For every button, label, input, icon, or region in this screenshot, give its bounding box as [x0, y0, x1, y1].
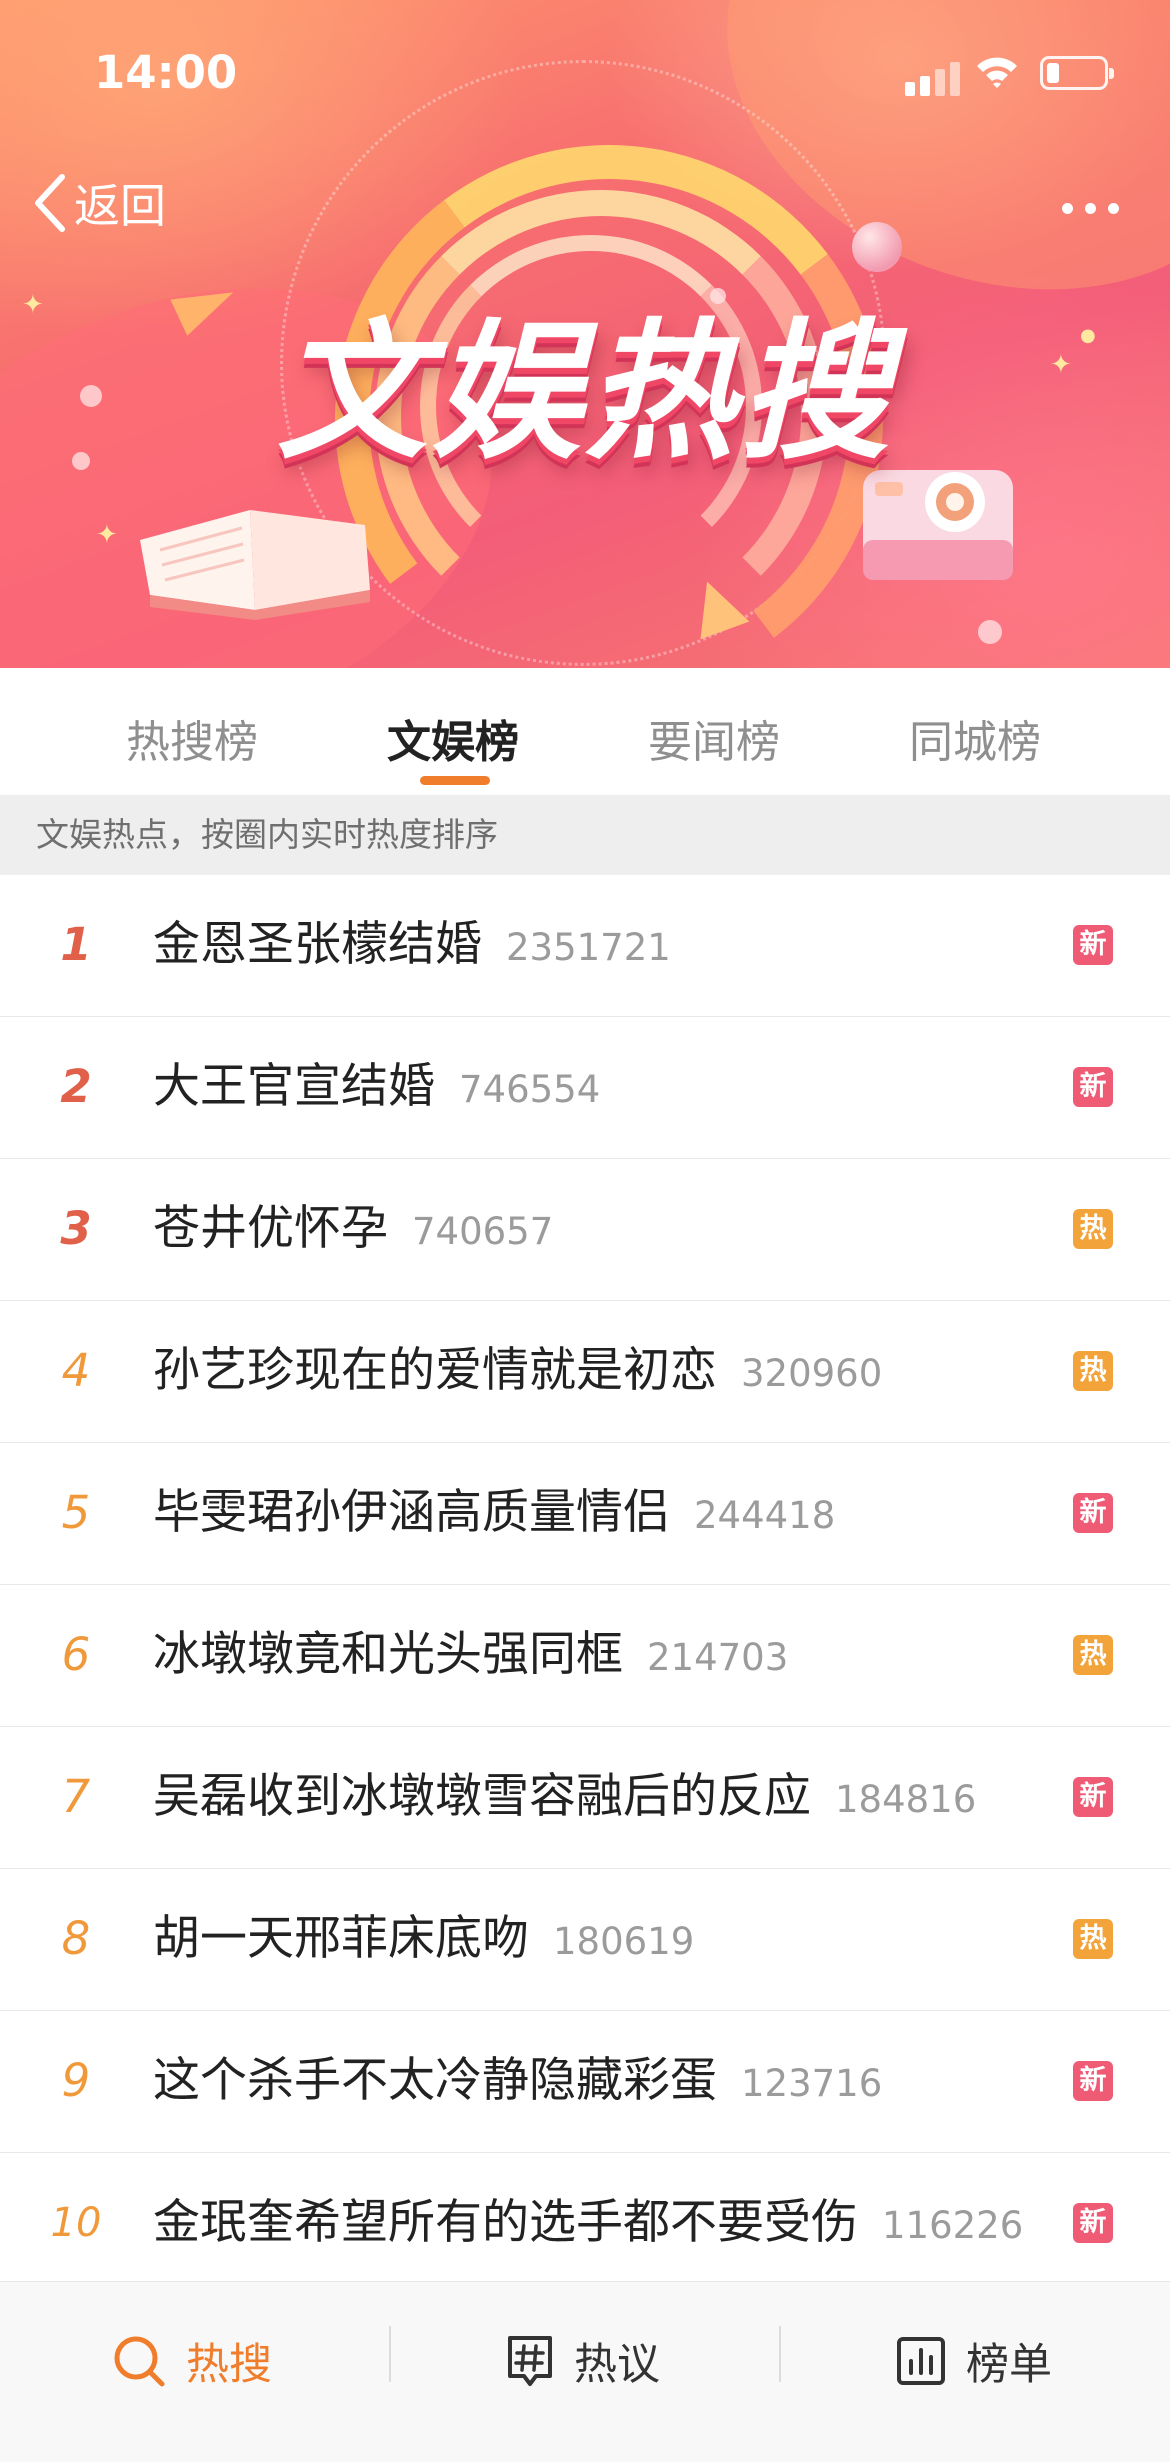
topic-title: 金恩圣张檬结婚: [153, 917, 482, 972]
status-time: 14:00: [94, 46, 238, 99]
tab-bar: 热搜榜 文娱榜 要闻榜 同城榜: [0, 668, 1170, 795]
nav-divider: [779, 2326, 781, 2382]
banner-title: 文娱热搜: [276, 306, 893, 480]
search-icon: [114, 2336, 165, 2387]
wifi-icon: [977, 57, 1017, 88]
sparkle-decoration: ✦: [22, 290, 44, 320]
rank-number: 4: [61, 1344, 91, 1397]
tab-news[interactable]: 要闻榜: [648, 706, 780, 770]
bubble-decoration: [978, 620, 1002, 644]
new-badge: 新: [1073, 2203, 1113, 2243]
hot-badge: 热: [1073, 1209, 1113, 1249]
new-badge: 新: [1073, 925, 1113, 965]
topic-title: 孙艺珍现在的爱情就是初恋: [153, 1343, 717, 1398]
nav-rankings[interactable]: 榜单: [896, 2330, 1052, 2392]
item-text: 毕雯珺孙伊涵高质量情侣 244418: [153, 1443, 835, 1593]
rank-number: 6: [61, 1628, 91, 1681]
topic-title: 冰墩墩竟和光头强同框: [153, 1627, 623, 1682]
nav-label: 热搜: [186, 2340, 272, 2390]
heat-count: 214703: [647, 1636, 789, 1679]
item-text: 胡一天邢菲床底吻 180619: [153, 1869, 694, 2019]
item-text: 吴磊收到冰墩墩雪容融后的反应 184816: [153, 1727, 976, 1877]
back-label: 返回: [74, 179, 166, 233]
list-item[interactable]: 1 金恩圣张檬结婚 2351721 新: [0, 875, 1170, 1017]
bottom-nav: 热搜 热议 榜单: [0, 2281, 1170, 2462]
heat-count: 2351721: [506, 926, 671, 969]
topic-title: 毕雯珺孙伊涵高质量情侣: [153, 1485, 670, 1540]
item-text: 冰墩墩竟和光头强同框 214703: [153, 1585, 788, 1735]
list-item[interactable]: 5 毕雯珺孙伊涵高质量情侣 244418 新: [0, 1443, 1170, 1585]
new-badge: 新: [1073, 2061, 1113, 2101]
heat-count: 116226: [882, 2204, 1024, 2247]
list-item[interactable]: 2 大王官宣结婚 746554 新: [0, 1017, 1170, 1159]
nav-hot-search[interactable]: 热搜: [112, 2330, 272, 2392]
bubble-decoration: [710, 288, 726, 304]
rank-number: 3: [60, 1202, 92, 1255]
chart-icon: [897, 2337, 945, 2385]
rank-number: 10: [50, 2200, 102, 2246]
item-text: 孙艺珍现在的爱情就是初恋 320960: [153, 1301, 882, 1451]
heat-count: 180619: [553, 1920, 695, 1963]
tab-hot-search[interactable]: 热搜榜: [126, 706, 258, 770]
battery-icon: [1040, 56, 1114, 90]
rank-number: 2: [60, 1060, 92, 1113]
topic-title: 吴磊收到冰墩墩雪容融后的反应: [153, 1769, 811, 1824]
new-badge: 新: [1073, 1067, 1113, 1107]
list-item[interactable]: 4 孙艺珍现在的爱情就是初恋 320960 热: [0, 1301, 1170, 1443]
rank-number: 9: [61, 2054, 91, 2107]
topic-title: 苍井优怀孕: [153, 1201, 388, 1256]
list-item[interactable]: 7 吴磊收到冰墩墩雪容融后的反应 184816 新: [0, 1727, 1170, 1869]
heat-count: 184816: [835, 1778, 977, 1821]
nav-divider: [389, 2326, 391, 2382]
new-badge: 新: [1073, 1777, 1113, 1817]
active-tab-indicator: [420, 776, 490, 785]
tab-local[interactable]: 同城榜: [909, 706, 1041, 770]
hot-search-list: 1 金恩圣张檬结婚 2351721 新 2 大王官宣结婚 746554 新 3 苍井优怀孕 7406…: [0, 875, 1170, 2295]
planet-decoration: [852, 222, 902, 272]
header-banner: ✦ ✦ ● ✦ 文娱热搜 14:00 返回: [0, 0, 1170, 668]
topic-title: 金珉奎希望所有的选手都不要受伤: [153, 2195, 858, 2250]
nav-hot-topics[interactable]: 热议: [506, 2330, 660, 2392]
back-button[interactable]: 返回: [32, 170, 166, 236]
hashtag-icon: [508, 2336, 552, 2386]
rank-number: 1: [60, 918, 92, 971]
rank-number: 8: [61, 1912, 91, 1965]
nav-label: 榜单: [966, 2340, 1052, 2390]
heat-count: 740657: [412, 1210, 554, 1253]
list-item[interactable]: 10 金珉奎希望所有的选手都不要受伤 116226 新: [0, 2153, 1170, 2295]
item-text: 大王官宣结婚 746554: [153, 1017, 600, 1167]
list-description: 文娱热点，按圈内实时热度排序: [0, 795, 1170, 875]
list-item[interactable]: 8 胡一天邢菲床底吻 180619 热: [0, 1869, 1170, 2011]
rank-number: 7: [61, 1770, 91, 1823]
hot-badge: 热: [1073, 1351, 1113, 1391]
topic-title: 胡一天邢菲床底吻: [153, 1911, 529, 1966]
cellular-signal-icon: [905, 58, 961, 96]
sparkle-decoration: ✦: [96, 520, 118, 550]
list-item[interactable]: 3 苍井优怀孕 740657 热: [0, 1159, 1170, 1301]
new-badge: 新: [1073, 1493, 1113, 1533]
heat-count: 123716: [741, 2062, 883, 2105]
heat-count: 746554: [459, 1068, 601, 1111]
topic-title: 大王官宣结婚: [153, 1059, 435, 1114]
topic-title: 这个杀手不太冷静隐藏彩蛋: [153, 2053, 717, 2108]
chevron-left-icon: [35, 174, 65, 232]
item-text: 金恩圣张檬结婚 2351721: [153, 875, 671, 1025]
hot-badge: 热: [1073, 1919, 1113, 1959]
book-decoration: [140, 510, 370, 620]
item-text: 苍井优怀孕 740657: [153, 1159, 553, 1309]
list-item[interactable]: 6 冰墩墩竟和光头强同框 214703 热: [0, 1585, 1170, 1727]
hot-badge: 热: [1073, 1635, 1113, 1675]
list-item[interactable]: 9 这个杀手不太冷静隐藏彩蛋 123716 新: [0, 2011, 1170, 2153]
more-icon[interactable]: [1062, 203, 1119, 214]
heat-count: 320960: [741, 1352, 883, 1395]
item-text: 这个杀手不太冷静隐藏彩蛋 123716: [153, 2011, 882, 2161]
heat-count: 244418: [694, 1494, 836, 1537]
tab-entertainment[interactable]: 文娱榜: [387, 706, 519, 770]
rank-number: 5: [61, 1486, 91, 1539]
nav-label: 热议: [574, 2340, 660, 2390]
